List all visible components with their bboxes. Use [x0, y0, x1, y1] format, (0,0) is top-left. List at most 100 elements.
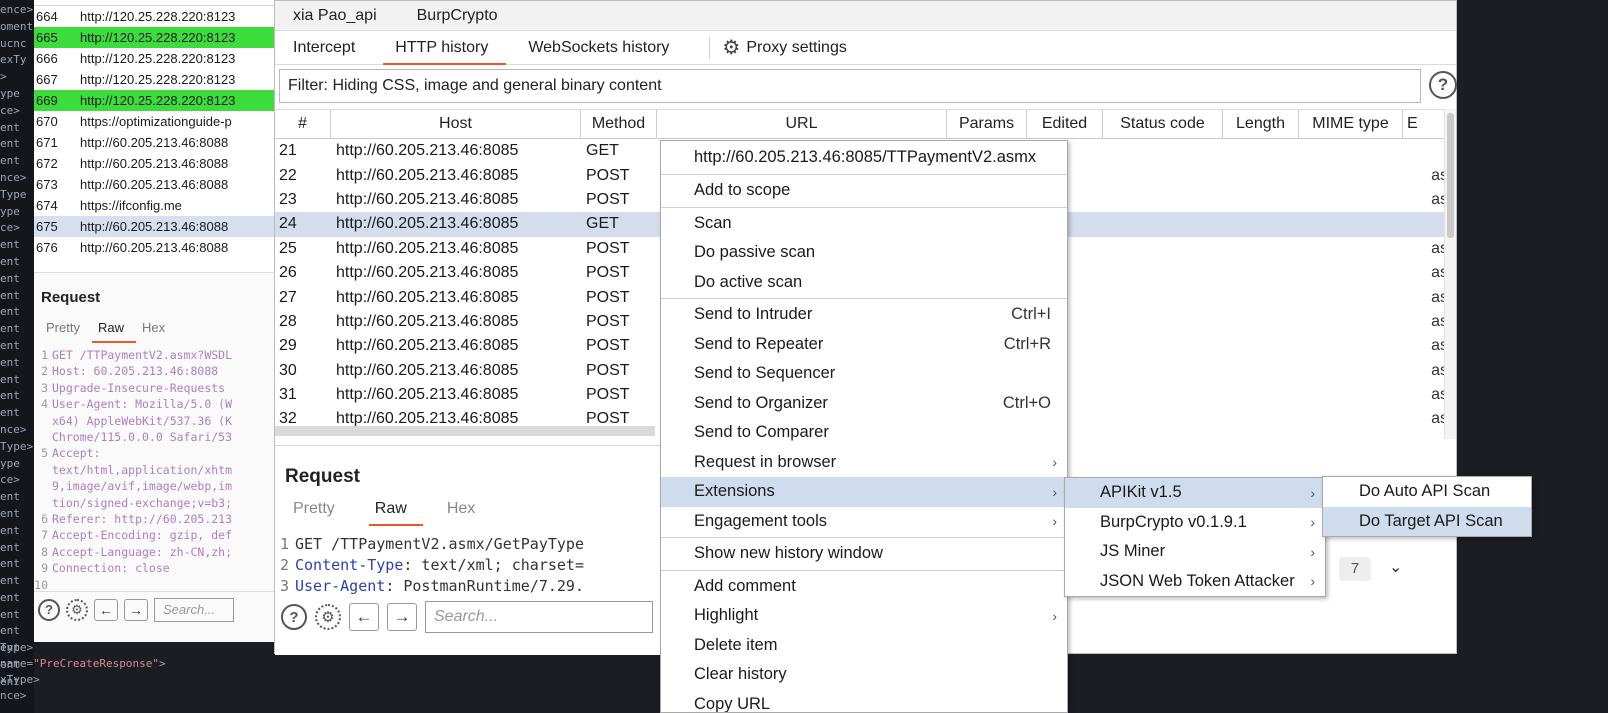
bg-tab-raw[interactable]: Raw — [91, 316, 136, 343]
tab-pretty[interactable]: Pretty — [287, 500, 351, 526]
menu-item-clear-history[interactable]: Clear history — [661, 660, 1067, 690]
code-line: 8 Accept-Language: zh-CN,zh; — [34, 544, 279, 560]
chevron-down-icon[interactable]: ⌄ — [1389, 557, 1402, 577]
column-header[interactable]: Edited — [1027, 110, 1103, 138]
menu-item-do-auto-api-scan[interactable]: Do Auto API Scan — [1323, 477, 1531, 507]
bg-table-row[interactable]: 671 http://60.205.213.46:8088 — [34, 132, 279, 153]
chevron-right-icon: › — [1310, 484, 1315, 501]
help-icon[interactable]: ? — [38, 598, 60, 621]
scrollbar-thumb[interactable] — [1447, 113, 1454, 238]
code-line: 1 GET /TTPaymentV2.asmx?WSDL — [34, 347, 279, 363]
menu-shortcut: Ctrl+R — [1003, 334, 1051, 353]
top-tab[interactable]: BurpCrypto — [417, 7, 498, 25]
column-header[interactable]: E — [1403, 110, 1443, 138]
menu-item-send-to-sequencer[interactable]: Send to Sequencer — [661, 359, 1067, 389]
background-burp-window: 664 http://120.25.228.220:8123 665 http://1… — [34, 0, 280, 642]
menu-item-do-target-api-scan[interactable]: Do Target API Scan — [1323, 506, 1531, 536]
column-header[interactable]: Status code — [1103, 110, 1223, 138]
top-tabs: xia Pao_api BurpCrypto — [275, 1, 1456, 31]
column-header[interactable]: Host — [331, 110, 581, 138]
tab-http-history[interactable]: HTTP history — [383, 33, 507, 65]
bg-table-row[interactable]: 673 http://60.205.213.46:8088 — [34, 174, 279, 195]
terminal-line: ent — [0, 288, 20, 302]
menu-item-json-web-token-attacker[interactable]: JSON Web Token Attacker › — [1065, 567, 1325, 597]
bg-table-row[interactable]: 676 http://60.205.213.46:8088 — [34, 237, 279, 258]
menu-separator — [661, 206, 1067, 208]
line-number: 2 — [279, 556, 289, 574]
menu-item-send-to-organizer[interactable]: Send to Organizer Ctrl+O — [661, 389, 1067, 419]
code-text: tion/signed-exchange;v=b3; — [52, 495, 233, 510]
vertical-scrollbar[interactable] — [1444, 109, 1456, 439]
column-header[interactable]: Method — [581, 110, 657, 138]
column-header[interactable]: URL — [657, 110, 947, 138]
gear-icon[interactable]: ⚙ — [315, 604, 341, 630]
bg-table-row[interactable]: 665 http://120.25.228.220:8123 — [34, 27, 279, 48]
help-icon[interactable]: ? — [281, 604, 307, 630]
bg-table-row[interactable]: 672 http://60.205.213.46:8088 — [34, 153, 279, 174]
menu-item-send-to-repeater[interactable]: Send to Repeater Ctrl+R — [661, 330, 1067, 360]
menu-item-url[interactable]: http://60.205.213.46:8085/TTPaymentV2.as… — [661, 141, 1067, 173]
help-icon[interactable]: ? — [1429, 71, 1457, 99]
menu-item-delete-item[interactable]: Delete item — [661, 631, 1067, 661]
proxy-settings-button[interactable]: ⚙ Proxy settings — [722, 35, 846, 60]
menu-item-show-new-history-window[interactable]: Show new history window — [661, 539, 1067, 569]
menu-item-request-in-browser[interactable]: Request in browser › — [661, 448, 1067, 478]
menu-item-do-active-scan[interactable]: Do active scan — [661, 268, 1067, 298]
bg-table-row[interactable]: 669 http://120.25.228.220:8123 — [34, 90, 279, 111]
menu-item-do-passive-scan[interactable]: Do passive scan — [661, 238, 1067, 268]
tab-raw[interactable]: Raw — [368, 500, 423, 526]
terminal-line: ent — [0, 372, 20, 386]
search-input[interactable]: Search... — [425, 601, 653, 633]
bg-table-row[interactable]: 664 http://120.25.228.220:8123 — [34, 6, 279, 27]
menu-item-engagement-tools[interactable]: Engagement tools › — [661, 507, 1067, 537]
tab-websockets-history[interactable]: WebSockets history — [528, 33, 685, 63]
back-arrow-icon[interactable]: ← — [94, 598, 118, 621]
terminal-line: ent — [0, 338, 20, 352]
request-editor[interactable]: 1 GET /TTPaymentV2.asmx/GetPayType 2 Conten… — [275, 534, 675, 597]
menu-item-label: Add to scope — [694, 181, 791, 200]
menu-item-burpcrypto-v0-1-9-1[interactable]: BurpCrypto v0.1.9.1 › — [1065, 508, 1325, 538]
terminal-line: ent — [0, 607, 20, 621]
column-header[interactable]: MIME type — [1299, 110, 1403, 138]
terminal-line: ent — [0, 624, 20, 638]
bg-search-input[interactable]: Search... — [154, 597, 234, 622]
gear-icon[interactable]: ⚙ — [66, 598, 88, 621]
tab-hex[interactable]: Hex — [441, 500, 491, 526]
forward-arrow-icon[interactable]: → — [387, 603, 417, 631]
menu-item-send-to-comparer[interactable]: Send to Comparer — [661, 418, 1067, 448]
menu-item-label: Send to Organizer — [694, 393, 828, 412]
forward-arrow-icon[interactable]: → — [124, 598, 148, 621]
line-number: 2 — [41, 364, 48, 379]
top-tab[interactable]: xia Pao_api — [293, 7, 377, 25]
filter-bar[interactable]: Filter: Hiding CSS, image and general bi… — [279, 69, 1421, 103]
terminal-line: nce> — [0, 170, 27, 184]
bg-table-row[interactable]: 674 https://ifconfig.me — [34, 195, 279, 216]
menu-item-extensions[interactable]: Extensions › — [661, 477, 1067, 507]
column-header[interactable]: # — [275, 110, 331, 138]
menu-item-add-comment[interactable]: Add comment — [661, 572, 1067, 602]
column-header[interactable]: Params — [947, 110, 1027, 138]
bg-table-row[interactable]: 666 http://120.25.228.220:8123 — [34, 48, 279, 69]
bg-table-row[interactable]: 667 http://120.25.228.220:8123 — [34, 69, 279, 90]
menu-item-highlight[interactable]: Highlight › — [661, 601, 1067, 631]
line-number: 4 — [41, 397, 48, 412]
menu-item-scan[interactable]: Scan — [661, 209, 1067, 239]
bg-table-row[interactable]: 675 http://60.205.213.46:8088 — [34, 216, 279, 237]
menu-item-add-to-scope[interactable]: Add to scope — [661, 176, 1067, 206]
bg-tab-pretty[interactable]: Pretty — [40, 316, 92, 343]
tab-intercept[interactable]: Intercept — [293, 33, 371, 63]
bg-tab-hex[interactable]: Hex — [136, 316, 177, 343]
menu-item-js-miner[interactable]: JS Miner › — [1065, 537, 1325, 567]
bg-table-row[interactable]: 670 https://optimizationguide-p — [34, 111, 279, 132]
column-header[interactable]: Length — [1223, 110, 1299, 138]
menu-item-send-to-intruder[interactable]: Send to Intruder Ctrl+I — [661, 300, 1067, 330]
row-host: http://60.205.213.46:8085 — [336, 386, 519, 404]
menu-url-label: http://60.205.213.46:8085/TTPaymentV2.as… — [694, 147, 1037, 166]
back-arrow-icon[interactable]: ← — [349, 603, 379, 631]
bg-row-number: 669 — [36, 93, 58, 108]
menu-shortcut: Ctrl+I — [1011, 305, 1051, 324]
horizontal-scrollbar[interactable] — [275, 426, 655, 436]
menu-item-apikit-v1-5[interactable]: APIKit v1.5 › — [1065, 478, 1325, 508]
row-method: POST — [586, 190, 630, 208]
menu-item-copy-url[interactable]: Copy URL — [661, 690, 1067, 712]
